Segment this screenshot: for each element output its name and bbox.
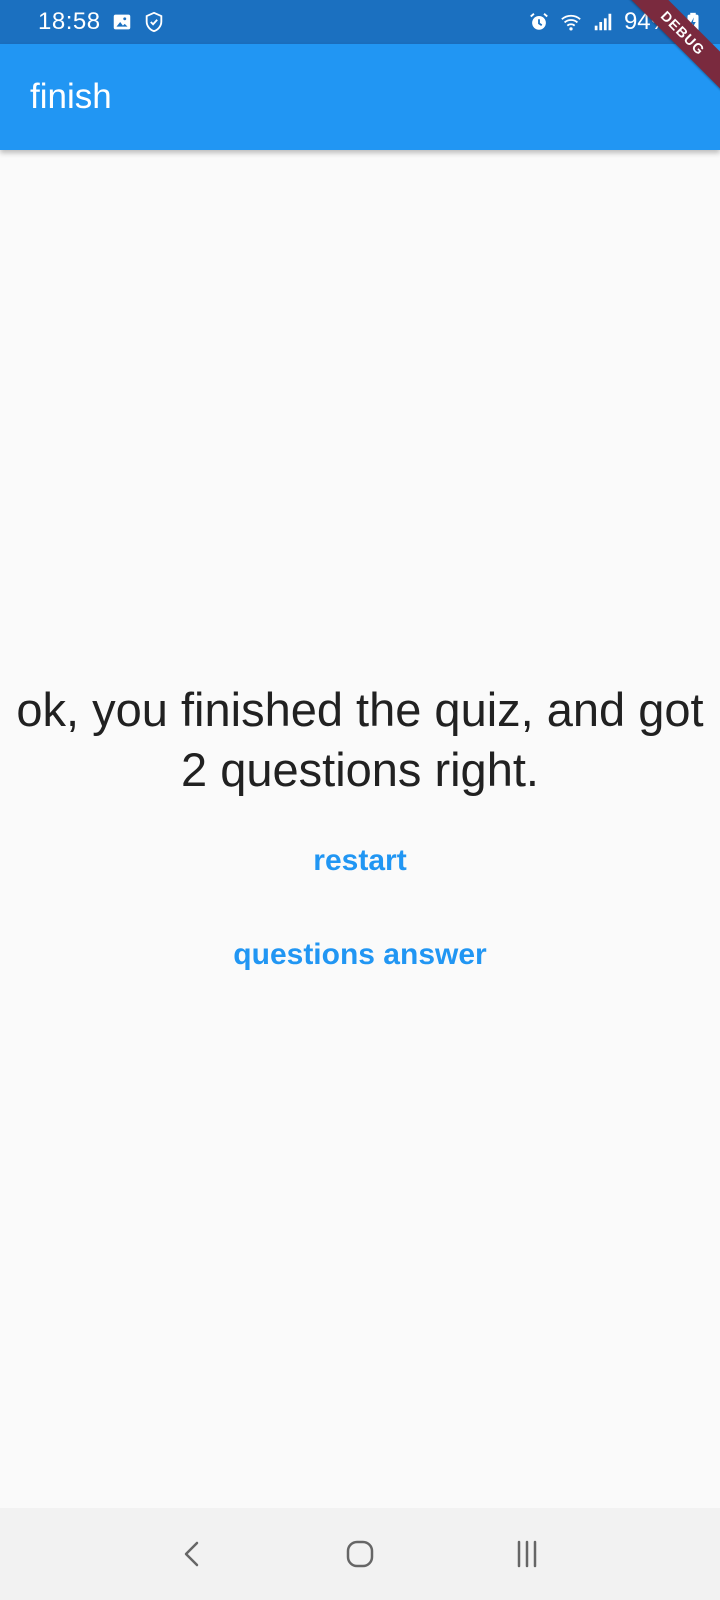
recent-apps-button[interactable] [497, 1524, 557, 1584]
image-icon [111, 11, 133, 33]
result-message: ok, you finished the quiz, and got 2 que… [16, 683, 704, 796]
quiz-result-content: ok, you finished the quiz, and got 2 que… [0, 150, 720, 1508]
signal-icon [592, 11, 614, 33]
restart-button[interactable]: restart [293, 830, 426, 892]
back-icon [185, 1541, 199, 1567]
navigation-bar [0, 1508, 720, 1600]
page-title: finish [30, 77, 112, 116]
app-bar: finish [0, 44, 720, 150]
status-left: 18:58 [38, 8, 165, 36]
status-time: 18:58 [38, 8, 101, 35]
recent-apps-icon [517, 1540, 536, 1568]
shield-icon [143, 11, 165, 33]
questions-answer-button[interactable]: questions answer [213, 924, 506, 986]
back-button[interactable] [163, 1524, 223, 1584]
home-icon [346, 1540, 374, 1568]
status-bar: 18:58 94% [0, 0, 720, 44]
alarm-icon [528, 11, 550, 33]
wifi-icon [560, 11, 582, 33]
home-button[interactable] [330, 1524, 390, 1584]
